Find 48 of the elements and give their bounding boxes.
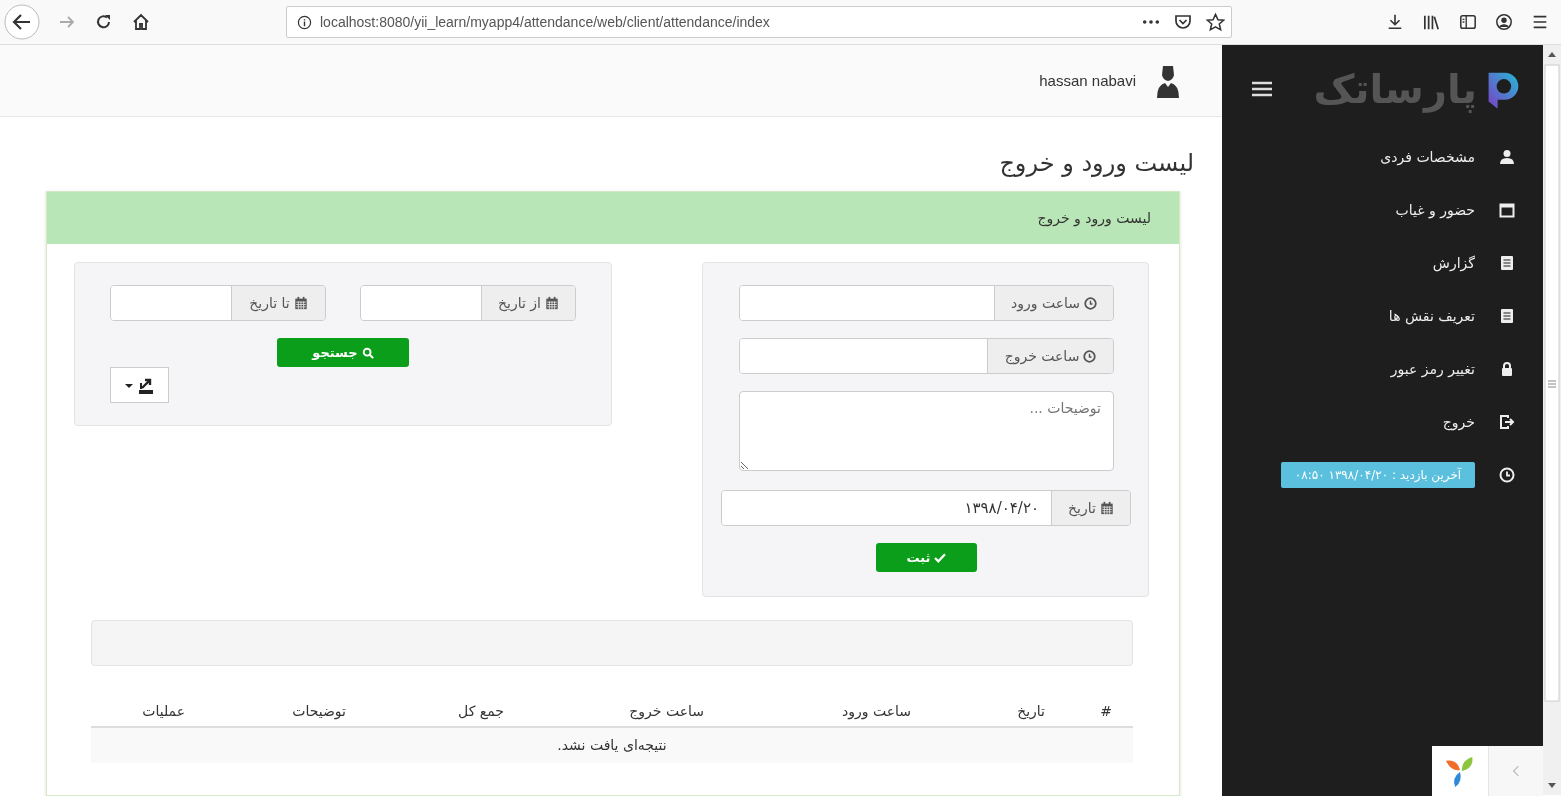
empty-message: نتیجه‌ای یافت نشد. [91, 728, 1133, 763]
download-icon[interactable] [1386, 13, 1404, 31]
debug-toolbar-logo[interactable] [1432, 746, 1489, 796]
document-icon [1499, 307, 1515, 324]
column-header[interactable]: جمع کل [367, 702, 525, 719]
search-button[interactable]: جستجو [277, 338, 409, 367]
lock-icon [1499, 360, 1515, 377]
url-text: localhost:8080/yii_learn/myapp4/attendance/web/client/attendance/index [320, 14, 771, 30]
more-icon[interactable] [1142, 19, 1160, 25]
home-icon[interactable] [131, 12, 151, 32]
save-button[interactable]: ثبت [876, 543, 977, 572]
pocket-icon[interactable] [1174, 13, 1192, 31]
sidebar-item[interactable]: مشخصات فردی [1380, 148, 1475, 165]
info-icon[interactable] [297, 14, 312, 30]
address-bar[interactable]: localhost:8080/yii_learn/myapp4/attendance/web/client/attendance/index [286, 6, 1232, 38]
sidebar-item[interactable]: گزارش [1432, 254, 1475, 271]
column-header[interactable]: ساعت خروج [525, 702, 725, 719]
description-field[interactable]: توضیحات ... [739, 391, 1114, 471]
column-header[interactable]: # [1066, 702, 1133, 719]
search-icon [361, 346, 374, 359]
sidebar-item[interactable]: خروج [1442, 413, 1475, 430]
page-title: لیست ورود و خروج [998, 149, 1194, 177]
logout-icon [1499, 413, 1515, 430]
menu-icon[interactable] [1531, 13, 1549, 31]
sidebar-item[interactable]: تغییر رمز عبور [1390, 360, 1475, 377]
panel-header: لیست ورود و خروج [47, 192, 1179, 244]
clock-icon [1499, 466, 1515, 483]
sidebar-icon[interactable] [1459, 13, 1477, 31]
export-button[interactable] [110, 367, 169, 403]
check-icon [934, 552, 947, 563]
column-header[interactable]: عملیات [93, 702, 206, 719]
scrollbar[interactable] [1543, 45, 1561, 795]
user-name[interactable]: hassan nabavi [1039, 72, 1136, 89]
column-header[interactable]: ساعت ورود [725, 702, 932, 719]
star-icon[interactable] [1206, 12, 1225, 32]
column-header[interactable]: تاریخ [932, 702, 1066, 719]
account-icon[interactable] [1495, 13, 1513, 31]
menu-icon[interactable] [1252, 81, 1272, 97]
document-icon [1499, 254, 1515, 271]
sidebar-item[interactable]: تعریف نقش ها [1388, 307, 1475, 324]
user-avatar-icon[interactable] [1156, 63, 1180, 98]
sidebar-item[interactable]: حضور و غیاب [1395, 201, 1475, 218]
calendar-icon [1499, 201, 1515, 218]
back-icon[interactable] [4, 4, 40, 40]
column-header[interactable]: توضیحات [206, 702, 367, 719]
user-icon [1499, 148, 1515, 165]
chevron-icon [1512, 764, 1520, 778]
last-visit-badge: آخرین بازدید : ۱۳۹۸/۰۴/۲۰ ۰۸:۵۰ [1281, 461, 1475, 488]
